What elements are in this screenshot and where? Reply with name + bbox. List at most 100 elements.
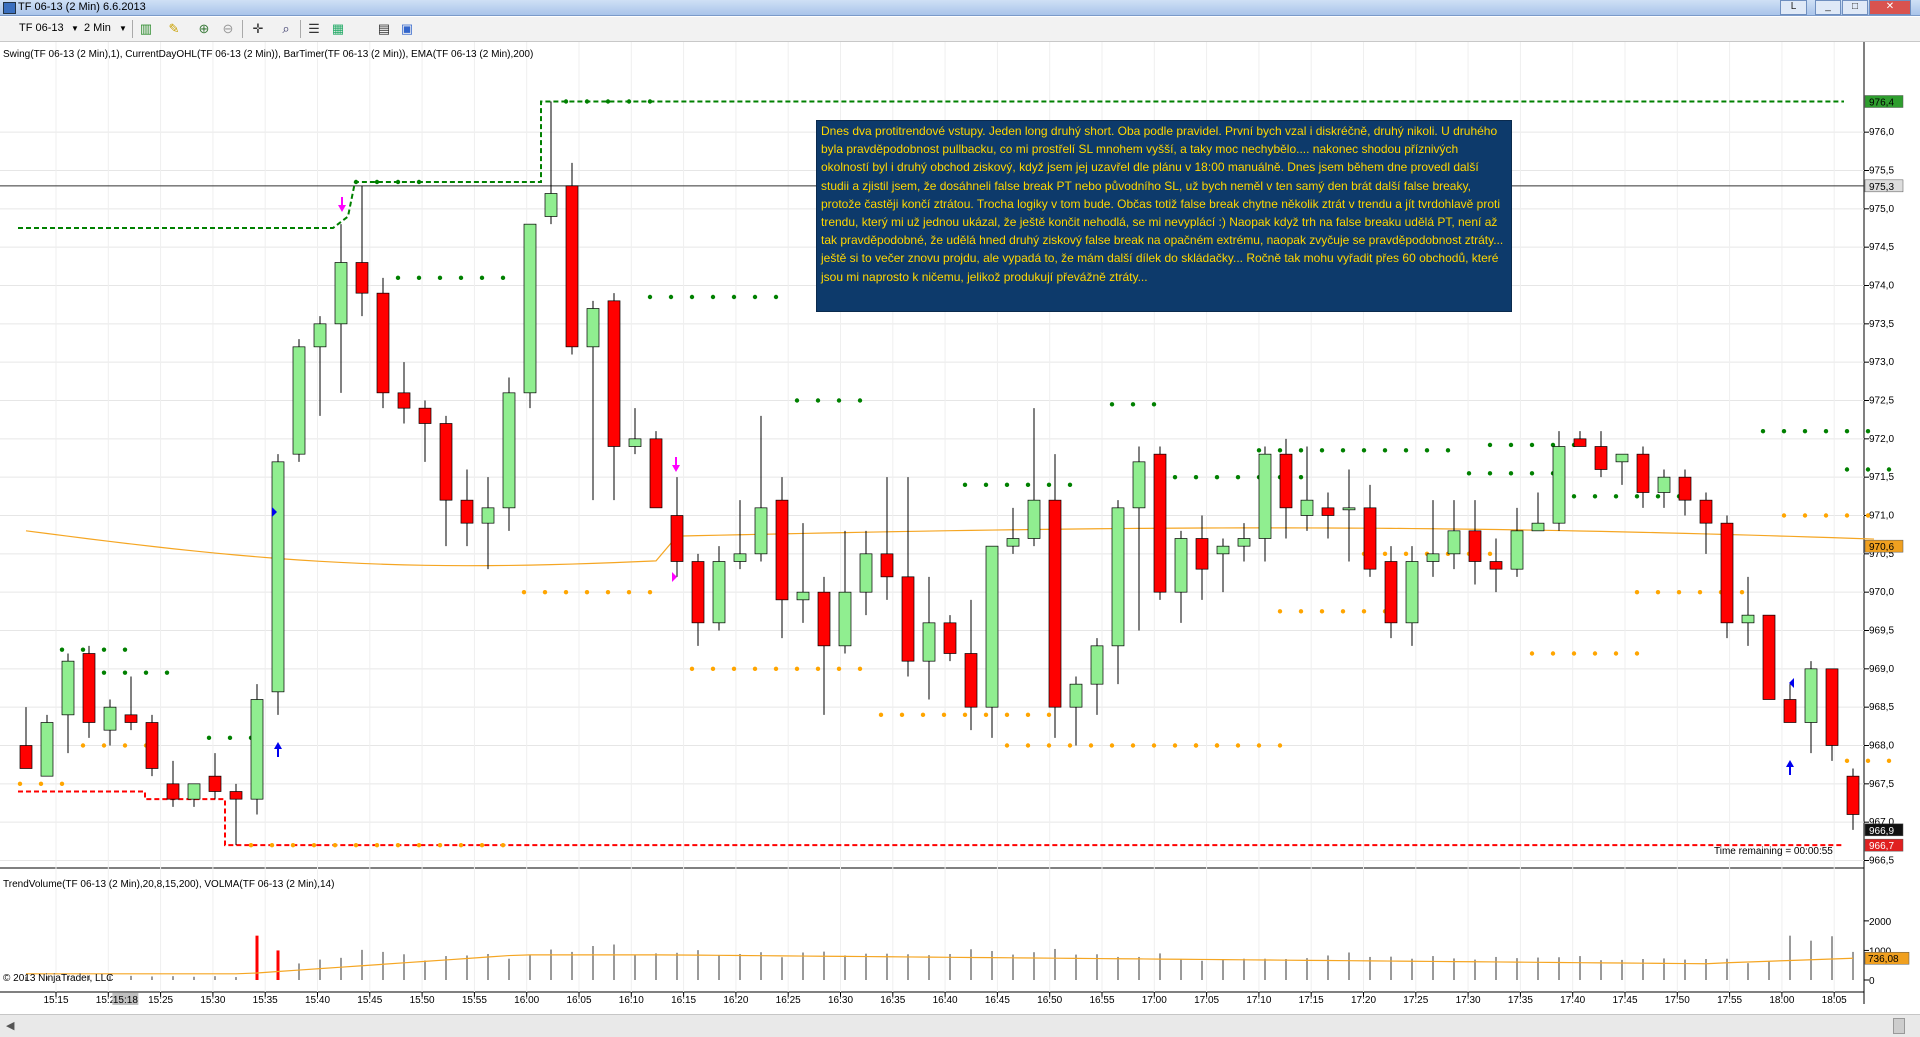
swing-low-dot: [1214, 743, 1220, 748]
price-tick-label: 975,5: [1869, 166, 1894, 177]
horizontal-scrollbar[interactable]: ◀: [0, 1014, 1920, 1037]
time-tick-label: 18:05: [1822, 995, 1847, 1006]
swing-high-dot: [1592, 494, 1598, 499]
swing-low-dot: [1592, 651, 1598, 656]
candle-body: [397, 392, 411, 409]
candle-body: [586, 308, 600, 348]
swing-high-dot: [1508, 471, 1514, 476]
swing-low-dot: [1403, 551, 1409, 557]
swing-low-dot: [1025, 743, 1031, 748]
price-tick-label: 970,0: [1869, 587, 1894, 598]
scrollbar-thumb[interactable]: [1893, 1018, 1905, 1034]
candle-body: [544, 193, 558, 217]
swing-low-dot: [1193, 743, 1199, 748]
instrument-selector[interactable]: TF 06-13: [19, 22, 64, 34]
bar-type-icon[interactable]: ▥: [138, 21, 154, 37]
app-icon: [3, 2, 16, 14]
link-button[interactable]: L: [1780, 0, 1807, 15]
candle-body: [1783, 699, 1797, 723]
candle-body: [1153, 453, 1167, 593]
price-marker-label: 966,7: [1869, 841, 1894, 852]
time-tick-label: 16:10: [619, 995, 644, 1006]
swing-high-dot: [1823, 428, 1829, 434]
swing-low-dot: [647, 589, 653, 595]
swing-high-dot: [1508, 442, 1514, 448]
bar-timer-text: Time remaining = 00:00:55: [1714, 846, 1833, 857]
swing-low-dot: [1172, 743, 1178, 748]
time-tick-label: 16:55: [1089, 995, 1114, 1006]
crosshair-icon[interactable]: ✛: [250, 21, 266, 37]
time-tick-label: 17:15: [1299, 995, 1324, 1006]
time-tick-label: 15:30: [200, 995, 225, 1006]
candle-body: [1237, 538, 1251, 547]
candle-body: [649, 438, 663, 509]
price-tick-label: 974,5: [1869, 242, 1894, 253]
candle-body: [229, 791, 243, 800]
swing-high-dot: [227, 735, 233, 741]
swing-high-dot: [647, 99, 653, 104]
swing-high-dot: [479, 275, 485, 281]
candle-body: [1048, 499, 1062, 708]
magnify-icon[interactable]: ⌕: [278, 21, 294, 37]
swing-low-dot: [437, 842, 443, 848]
swing-high-dot: [689, 294, 695, 300]
price-tick-label: 971,5: [1869, 472, 1894, 483]
candle-body: [1846, 775, 1860, 815]
data-box-icon[interactable]: ▤: [376, 21, 392, 37]
toolbar-separator: [132, 20, 133, 38]
swing-low-dot: [563, 589, 569, 595]
candle-body: [124, 714, 138, 723]
swing-low-dot: [752, 666, 758, 672]
time-tick-label: 15:50: [410, 995, 435, 1006]
candle-body: [271, 461, 285, 693]
time-tick-label: 17:10: [1246, 995, 1271, 1006]
swing-high-dot: [1277, 448, 1283, 453]
swing-low-dot: [1256, 743, 1262, 748]
maximize-button[interactable]: □: [1842, 0, 1868, 15]
price-marker-label: 976,4: [1869, 98, 1894, 109]
swing-low-dot: [1676, 589, 1682, 595]
swing-low-dot: [458, 842, 464, 848]
swing-low-dot: [248, 842, 254, 848]
swing-low-dot: [1634, 651, 1640, 656]
swing-low-dot: [1865, 758, 1871, 764]
swing-high-dot: [1571, 494, 1577, 499]
chevron-down-icon[interactable]: ▼: [71, 24, 79, 33]
zoom-in-icon[interactable]: ⊕: [196, 21, 212, 37]
pencil-icon[interactable]: ✎: [166, 21, 182, 37]
close-button[interactable]: ✕: [1869, 0, 1911, 15]
minimize-button[interactable]: _: [1815, 0, 1841, 15]
swing-high-dot: [416, 179, 422, 185]
swing-high-dot: [836, 398, 842, 403]
candle-body: [481, 507, 495, 524]
swing-low-dot: [416, 842, 422, 848]
price-tick-label: 969,0: [1869, 664, 1894, 675]
interval-selector[interactable]: 2 Min: [84, 22, 111, 34]
swing-high-dot: [437, 275, 443, 281]
swing-low-dot: [1781, 513, 1787, 518]
swing-high-dot: [416, 275, 422, 281]
swing-low-dot: [1067, 743, 1073, 748]
volume-marker-label: 736,08: [1868, 954, 1899, 965]
candle-body: [985, 545, 999, 708]
price-tick-label: 976,0: [1869, 127, 1894, 138]
candle-body: [1720, 522, 1734, 624]
swing-high-dot: [1403, 448, 1409, 453]
swing-high-dot: [143, 670, 149, 675]
volume-panel-indicators: TrendVolume(TF 06-13 (2 Min),20,8,15,200…: [3, 879, 335, 890]
scroll-left-icon[interactable]: ◀: [6, 1019, 14, 1032]
template-icon[interactable]: ▦: [330, 21, 346, 37]
annotation-note[interactable]: Dnes dva protitrendové vstupy. Jeden lon…: [816, 120, 1512, 312]
candle-body: [1636, 453, 1650, 493]
grid-icon[interactable]: ▣: [399, 21, 415, 37]
candle-body: [1531, 522, 1545, 532]
zoom-out-icon[interactable]: ⊖: [220, 21, 236, 37]
time-tick-label: 16:30: [828, 995, 853, 1006]
chevron-down-icon[interactable]: ▼: [119, 24, 127, 33]
candle-body: [670, 515, 684, 562]
swing-low-dot: [500, 842, 506, 848]
swing-high-dot: [815, 398, 821, 403]
properties-icon[interactable]: ☰: [306, 21, 322, 37]
candle-body: [1447, 530, 1461, 555]
candle-body: [418, 407, 432, 424]
